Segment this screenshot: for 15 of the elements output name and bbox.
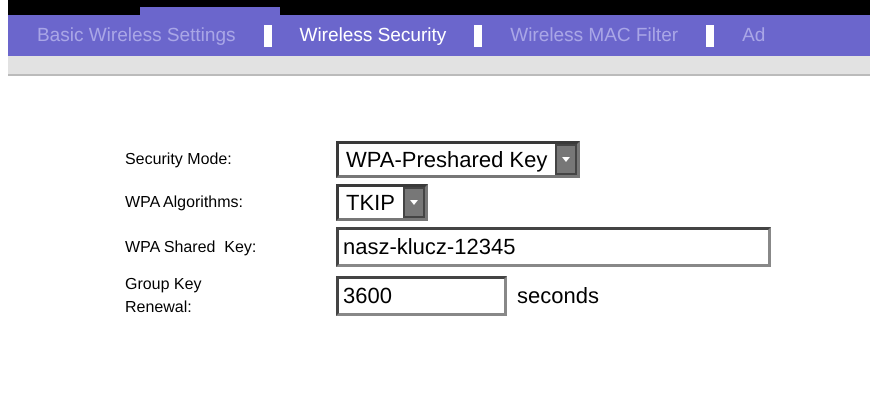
input-field[interactable]: 3600 (336, 276, 507, 316)
tab[interactable]: Wireless Security (272, 24, 474, 46)
unit-label: seconds (517, 283, 599, 309)
tab-separator (264, 24, 272, 46)
tab-separator (706, 24, 714, 46)
dropdown-arrow-icon (410, 200, 418, 205)
field-label: Group Key Renewal: (125, 275, 202, 318)
field-label: WPA Algorithms: (125, 193, 244, 213)
tab-separator (474, 24, 482, 46)
select-field[interactable]: TKIP (336, 184, 428, 221)
dropdown-arrow-icon (562, 157, 570, 162)
field-label: WPA Shared Key: (125, 238, 258, 258)
select-field[interactable]: WPA-Preshared Key (336, 141, 580, 178)
field-label: Security Mode: (125, 150, 233, 170)
input-field[interactable]: nasz-klucz-12345 (336, 227, 771, 267)
